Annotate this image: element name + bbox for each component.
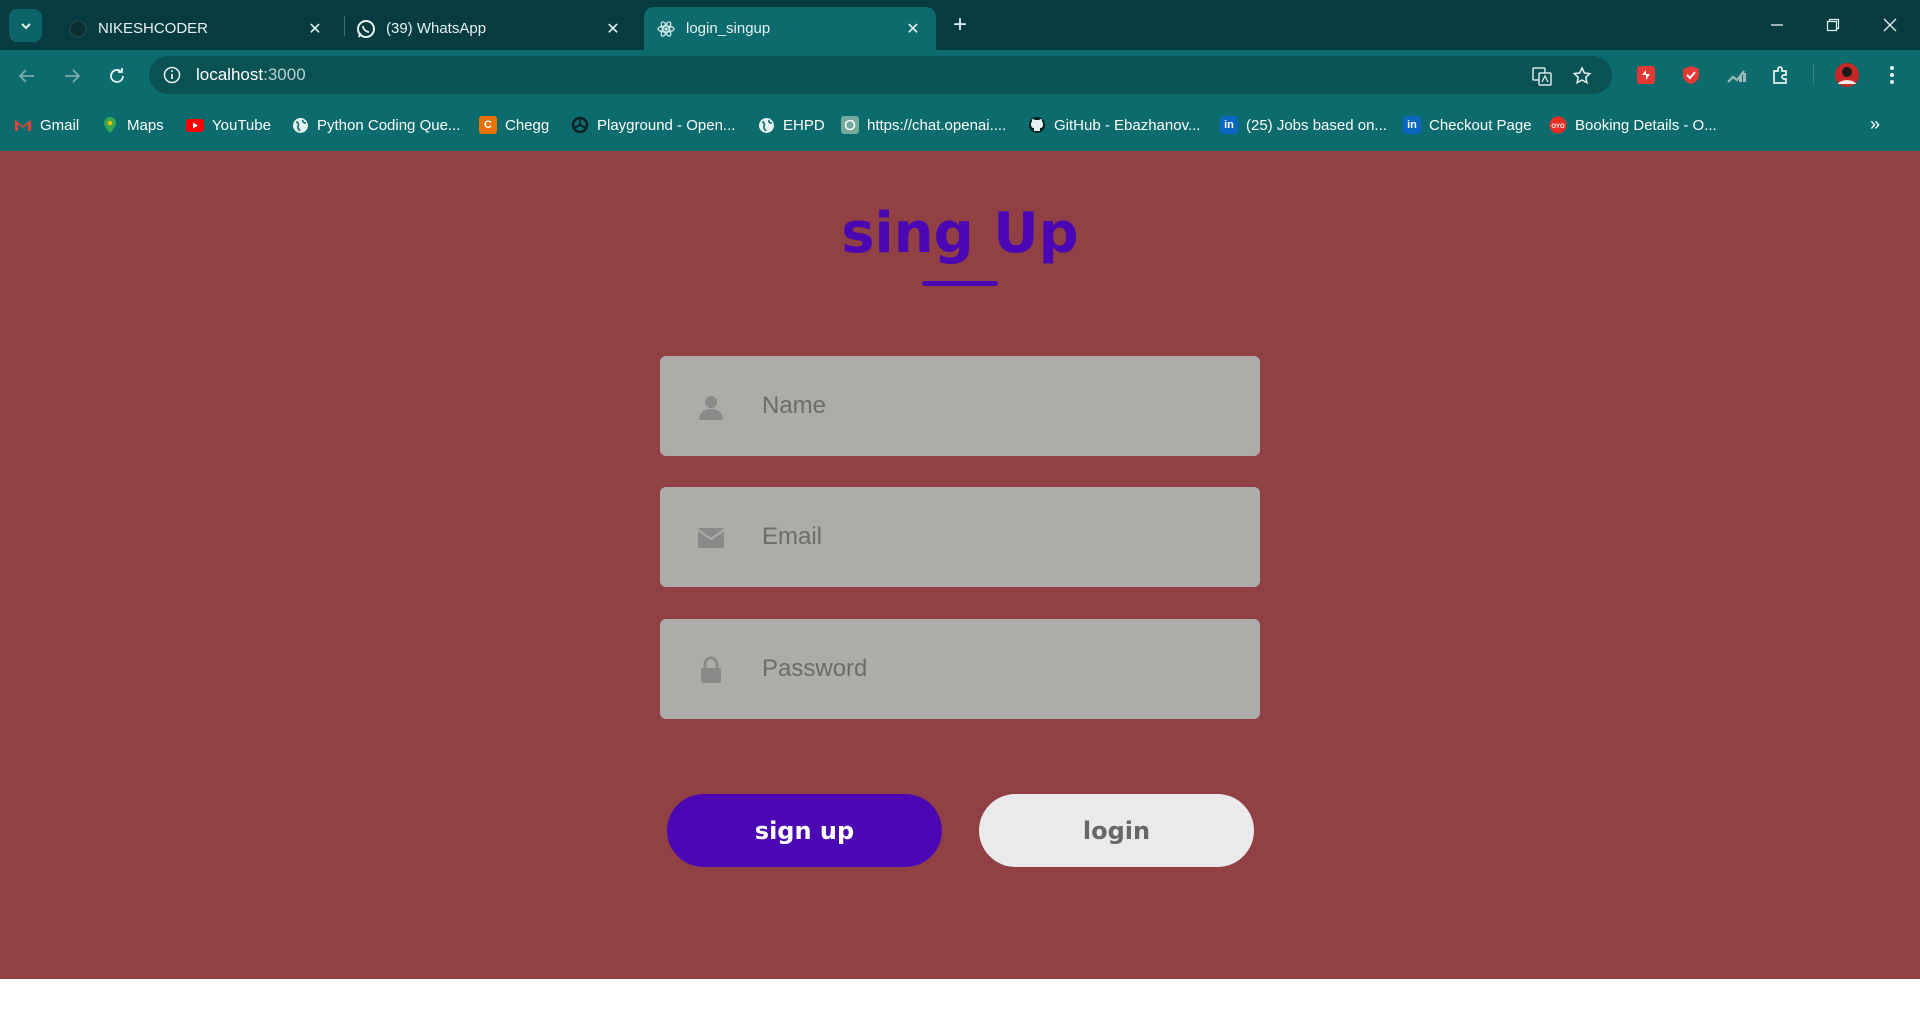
bookmark-label: EHPD: [783, 116, 825, 134]
bookmark-label: Gmail: [40, 116, 80, 134]
lock-icon: [696, 655, 726, 685]
github-icon: [68, 19, 88, 39]
bookmark-label: Maps: [127, 116, 164, 134]
bookmark-label: Chegg: [505, 116, 550, 134]
bookmark-star-icon[interactable]: [1570, 64, 1594, 88]
github-icon: [1028, 116, 1046, 134]
forward-button[interactable]: [59, 63, 85, 89]
svg-text:OYO: OYO: [1551, 124, 1565, 130]
tab-login-singup[interactable]: login_singup ✕: [644, 7, 936, 50]
new-tab-button[interactable]: +: [948, 13, 972, 38]
reload-icon: [110, 68, 124, 83]
gmail-icon: [14, 116, 32, 134]
restore-button[interactable]: [1816, 10, 1850, 40]
bookmark-linkedin-jobs[interactable]: in (25) Jobs based on...: [1220, 114, 1387, 136]
address-bar[interactable]: localhost:3000: [149, 56, 1612, 94]
page-title: sing Up: [841, 201, 1079, 266]
profile-avatar[interactable]: [1834, 62, 1860, 88]
react-icon: [656, 19, 676, 39]
tab-separator: [344, 16, 345, 36]
bookmark-label: (25) Jobs based on...: [1246, 116, 1387, 134]
url-text[interactable]: localhost:3000: [196, 65, 306, 85]
password-field[interactable]: [660, 619, 1260, 719]
bookmark-booking-details[interactable]: OYO Booking Details - O...: [1549, 114, 1717, 136]
back-button[interactable]: [14, 63, 40, 89]
extension-red-icon[interactable]: [1633, 62, 1659, 88]
chatgpt-icon: [841, 116, 859, 134]
bookmark-maps[interactable]: Maps: [101, 114, 164, 136]
email-field[interactable]: [660, 487, 1260, 587]
extension-chart-icon[interactable]: [1723, 62, 1749, 88]
arrow-right-icon: [65, 69, 81, 83]
page-viewport: sing Up sign up login: [0, 151, 1920, 979]
linkedin-icon: in: [1403, 116, 1421, 134]
oyo-icon: OYO: [1549, 116, 1567, 134]
bookmark-label: Playground - Open...: [597, 116, 736, 134]
browser-toolbar: localhost:3000: [0, 50, 1920, 100]
reload-button[interactable]: [104, 63, 130, 89]
close-icon[interactable]: ✕: [902, 18, 924, 40]
url-host: localhost: [196, 65, 264, 84]
globe-icon: [757, 116, 775, 134]
tab-strip: NIKESHCODER ✕ (39) WhatsApp ✕ login_sing…: [0, 0, 1920, 50]
bookmark-ehpd[interactable]: EHPD: [757, 114, 825, 136]
extension-shield-icon[interactable]: [1678, 62, 1704, 88]
openai-icon: [571, 116, 589, 134]
tab-search-button[interactable]: [9, 9, 42, 42]
login-button[interactable]: login: [979, 794, 1254, 867]
bookmark-label: Python Coding Que...: [317, 116, 461, 134]
minimize-icon: [1771, 24, 1783, 26]
translate-icon[interactable]: [1530, 64, 1554, 88]
minimize-button[interactable]: [1760, 10, 1794, 40]
bookmarks-bar: Gmail Maps YouTube Python Coding Que... …: [0, 100, 1920, 151]
close-icon[interactable]: ✕: [304, 18, 326, 40]
bookmark-python-coding[interactable]: Python Coding Que...: [291, 114, 460, 136]
tab-nikeshcoder[interactable]: NIKESHCODER ✕: [58, 7, 338, 50]
url-port: :3000: [263, 65, 306, 84]
bookmark-checkout-page[interactable]: in Checkout Page: [1403, 114, 1532, 136]
bookmark-label: GitHub - Ebazhanov...: [1054, 116, 1201, 134]
chegg-icon: C: [479, 116, 497, 134]
tab-title: (39) WhatsApp: [386, 20, 487, 37]
email-input[interactable]: [762, 512, 1232, 562]
name-field[interactable]: [660, 356, 1260, 456]
bookmark-label: https://chat.openai....: [867, 116, 1007, 134]
password-input[interactable]: [762, 644, 1232, 694]
bookmark-gmail[interactable]: Gmail: [14, 114, 79, 136]
restore-icon: [1826, 18, 1840, 32]
envelope-icon: [696, 523, 726, 553]
user-icon: [696, 392, 726, 422]
sign-up-button[interactable]: sign up: [667, 794, 942, 867]
chevron-double-right-icon[interactable]: »: [1864, 114, 1886, 136]
bookmark-github-ebazhanov[interactable]: GitHub - Ebazhanov...: [1028, 114, 1200, 136]
bookmark-chegg[interactable]: C Chegg: [479, 114, 549, 136]
title-underline: [922, 281, 998, 286]
bookmark-label: YouTube: [212, 116, 271, 134]
tab-title: login_singup: [686, 20, 771, 37]
toolbar-separator: [1813, 64, 1814, 86]
name-input[interactable]: [762, 381, 1232, 431]
site-info-icon[interactable]: [161, 64, 183, 86]
maps-icon: [101, 116, 119, 134]
tab-title: NIKESHCODER: [98, 20, 209, 37]
bookmark-youtube[interactable]: YouTube: [186, 114, 271, 136]
extensions-puzzle-icon[interactable]: [1768, 62, 1794, 88]
youtube-icon: [186, 116, 204, 134]
whatsapp-icon: [356, 19, 376, 39]
close-icon[interactable]: ✕: [602, 18, 624, 40]
close-icon: [1883, 18, 1897, 32]
globe-icon: [291, 116, 309, 134]
bookmark-label: Booking Details - O...: [1575, 116, 1717, 134]
arrow-left-icon: [18, 69, 34, 83]
tab-whatsapp[interactable]: (39) WhatsApp ✕: [350, 7, 636, 50]
bookmark-label: Checkout Page: [1429, 116, 1532, 134]
bookmark-chat-openai[interactable]: https://chat.openai....: [841, 114, 1006, 136]
bookmark-playground-openai[interactable]: Playground - Open...: [571, 114, 735, 136]
chevron-down-icon: [20, 22, 31, 29]
kebab-menu-icon[interactable]: [1879, 62, 1905, 88]
close-window-button[interactable]: [1873, 10, 1907, 40]
linkedin-icon: in: [1220, 116, 1238, 134]
